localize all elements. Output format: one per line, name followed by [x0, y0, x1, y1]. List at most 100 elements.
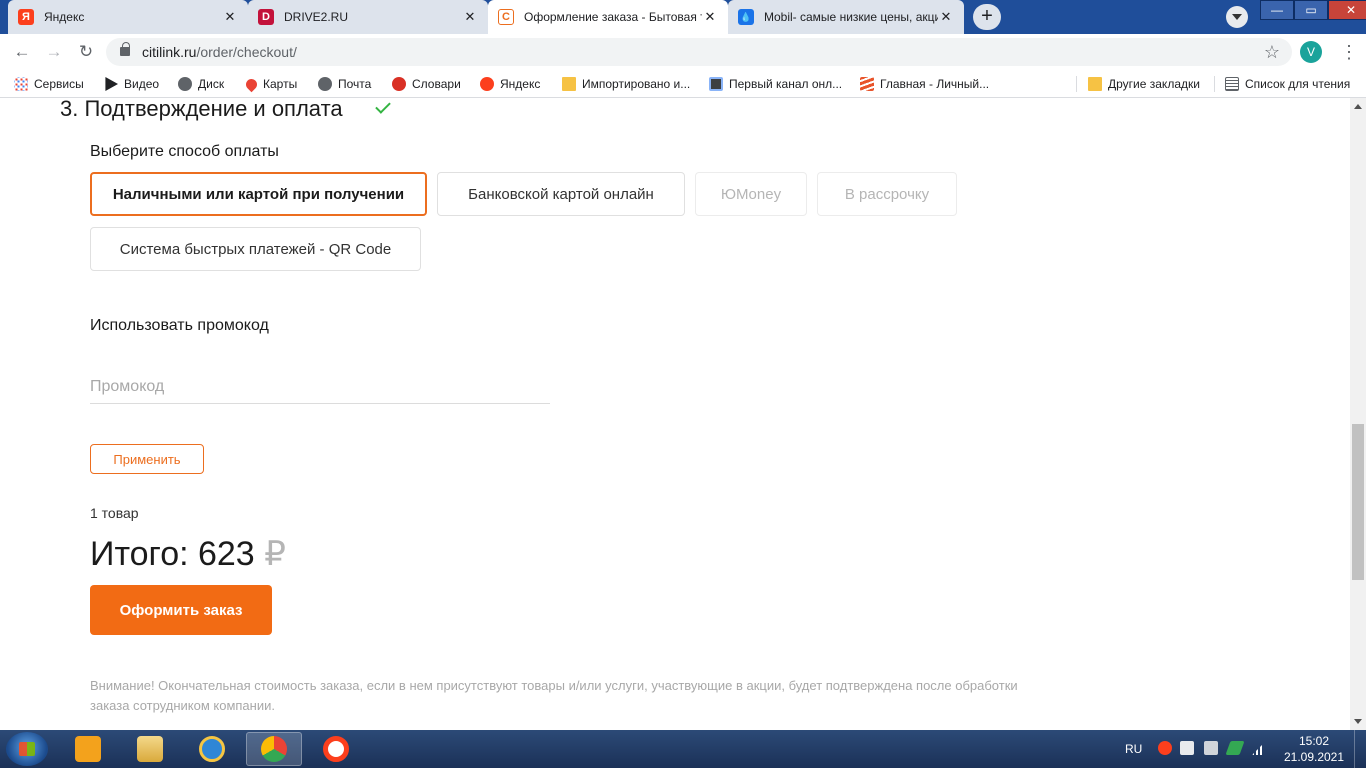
bookmark-other[interactable]: Другие закладки: [1088, 75, 1200, 93]
price-notice: Внимание! Окончательная стоимость заказа…: [90, 678, 1018, 713]
more-menu-icon[interactable]: ⋮: [1340, 42, 1358, 62]
new-tab-button[interactable]: +: [973, 4, 1001, 30]
bookmark-main-personal[interactable]: Главная - Личный...: [860, 75, 989, 93]
tab-drive2[interactable]: D DRIVE2.RU ✕: [248, 0, 488, 34]
reading-list-icon: [1225, 77, 1239, 91]
bookmark-dictionaries[interactable]: Словари: [392, 75, 461, 93]
globe-icon: [318, 77, 332, 91]
drive2-icon: D: [258, 9, 274, 25]
taskbar-media-player[interactable]: [60, 732, 116, 766]
tab-strip: Я Яндекс ✕ D DRIVE2.RU ✕ С Оформление за…: [0, 0, 1366, 34]
folder-icon: [1088, 77, 1102, 91]
volume-icon[interactable]: [1180, 741, 1194, 755]
close-icon[interactable]: ✕: [938, 9, 954, 25]
start-button[interactable]: [6, 732, 48, 766]
tab-yandex[interactable]: Я Яндекс ✕: [8, 0, 248, 34]
back-icon[interactable]: ←: [12, 42, 32, 62]
forward-icon[interactable]: →: [44, 42, 64, 62]
currency-symbol: ₽: [264, 535, 286, 573]
bookmark-label: Яндекс: [500, 77, 541, 91]
bookmark-mail[interactable]: Почта: [318, 75, 371, 93]
scroll-thumb[interactable]: [1352, 424, 1364, 580]
yandex-tray-icon[interactable]: [1158, 741, 1172, 755]
show-desktop-button[interactable]: [1354, 730, 1366, 768]
yandex-icon: Я: [18, 9, 34, 25]
pen-tray-icon[interactable]: [1225, 741, 1245, 755]
page-scrollbar[interactable]: [1350, 98, 1366, 730]
chrome-icon: [261, 736, 287, 762]
bookmark-label: Импортировано и...: [582, 77, 691, 91]
minimize-button[interactable]: —: [1260, 0, 1294, 20]
payment-sbp-qr[interactable]: Система быстрых платежей - QR Code: [90, 227, 421, 271]
close-icon[interactable]: ✕: [462, 9, 478, 25]
checkmark-icon: [375, 98, 391, 114]
bookmark-video[interactable]: Видео: [104, 75, 159, 93]
tab-title: Mobil- самые низкие цены, акции: [764, 10, 938, 24]
bookmark-label: Сервисы: [34, 77, 84, 91]
tab-mobil[interactable]: 💧 Mobil- самые низкие цены, акции ✕: [728, 0, 964, 34]
explorer-icon: [137, 736, 163, 762]
reload-icon[interactable]: ↻: [76, 42, 96, 62]
tab-title: Яндекс: [44, 10, 85, 24]
bookmarks-separator: [1214, 76, 1215, 92]
payment-bank-card-online[interactable]: Банковской картой онлайн: [437, 172, 685, 216]
bookmark-imported[interactable]: Импортировано и...: [562, 75, 690, 93]
payment-subtitle: Выберите способ оплаты: [90, 143, 279, 160]
order-total: Итого: 623 ₽: [90, 534, 286, 574]
globe-icon: [178, 77, 192, 91]
address-bar: ← → ↻ citilink.ru/order/checkout/ ☆ V ⋮: [0, 34, 1366, 70]
tab-title: DRIVE2.RU: [284, 10, 349, 24]
lock-icon[interactable]: [120, 42, 130, 56]
close-icon[interactable]: ✕: [222, 9, 238, 25]
close-icon[interactable]: ✕: [702, 9, 718, 25]
scroll-down-icon[interactable]: [1354, 719, 1362, 724]
clock-time: 15:02: [1298, 734, 1330, 748]
bookmark-disk[interactable]: Диск: [178, 75, 224, 93]
payment-installments[interactable]: В рассрочку: [817, 172, 957, 216]
window-controls: — ▭ ✕: [1260, 0, 1366, 20]
payment-yumoney[interactable]: ЮMoney: [695, 172, 807, 216]
tab-checkout[interactable]: С Оформление заказа - Бытовая техника ✕: [488, 0, 728, 34]
scroll-up-icon[interactable]: [1354, 104, 1362, 109]
bookmark-first-channel[interactable]: Первый канал онл...: [709, 75, 842, 93]
bookmark-reading-list[interactable]: Список для чтения: [1225, 75, 1350, 93]
taskbar-internet-explorer[interactable]: [184, 732, 240, 766]
tab-search-icon[interactable]: [1226, 6, 1248, 28]
taskbar-yandex-browser[interactable]: [308, 732, 364, 766]
close-window-button[interactable]: ✕: [1328, 0, 1366, 20]
bookmark-maps[interactable]: Карты: [243, 75, 297, 93]
bookmark-label: Главная - Личный...: [880, 77, 990, 91]
url-host: citilink.ru: [142, 44, 197, 60]
bookmark-star-icon[interactable]: ☆: [1264, 42, 1280, 63]
bookmark-label: Первый канал онл...: [729, 77, 843, 91]
checkout-page: 3. Подтверждение и оплата Выберите спосо…: [0, 98, 1350, 730]
bookmark-label: Список для чтения: [1245, 77, 1351, 91]
url-field[interactable]: citilink.ru/order/checkout/ ☆: [106, 38, 1292, 66]
language-indicator[interactable]: RU: [1125, 730, 1142, 768]
video-play-icon: [105, 77, 118, 91]
taskbar-chrome[interactable]: [246, 732, 302, 766]
bookmarks-bar: Сервисы Видео Диск Карты Почта Словари Я…: [0, 70, 1366, 98]
bookmark-label: Видео: [124, 77, 160, 91]
payment-cash-on-delivery[interactable]: Наличными или картой при получении: [90, 172, 427, 216]
clock[interactable]: 15:02 21.09.2021: [1282, 733, 1346, 765]
section-title: 3. Подтверждение и оплата: [60, 98, 343, 121]
bookmark-label: Диск: [198, 77, 225, 91]
bookmark-label: Другие закладки: [1108, 77, 1200, 91]
bookmark-label: Почта: [338, 77, 372, 91]
promo-code-input[interactable]: [90, 370, 550, 404]
bookmark-yandex[interactable]: Яндекс: [480, 75, 540, 93]
url-text: citilink.ru/order/checkout/: [142, 44, 297, 60]
bookmark-services[interactable]: Сервисы: [14, 75, 84, 93]
avatar[interactable]: V: [1300, 41, 1322, 63]
yandex-browser-icon: [323, 736, 349, 762]
signal-strength-icon[interactable]: [1252, 741, 1266, 755]
total-amount: Итого: 623: [90, 535, 255, 573]
place-order-button[interactable]: Оформить заказ: [90, 585, 272, 635]
apply-promo-button[interactable]: Применить: [90, 444, 204, 474]
yandex-icon: [480, 77, 494, 91]
taskbar-explorer[interactable]: [122, 732, 178, 766]
map-pin-icon: [243, 76, 260, 92]
maximize-button[interactable]: ▭: [1294, 0, 1328, 20]
network-icon[interactable]: [1204, 741, 1218, 755]
